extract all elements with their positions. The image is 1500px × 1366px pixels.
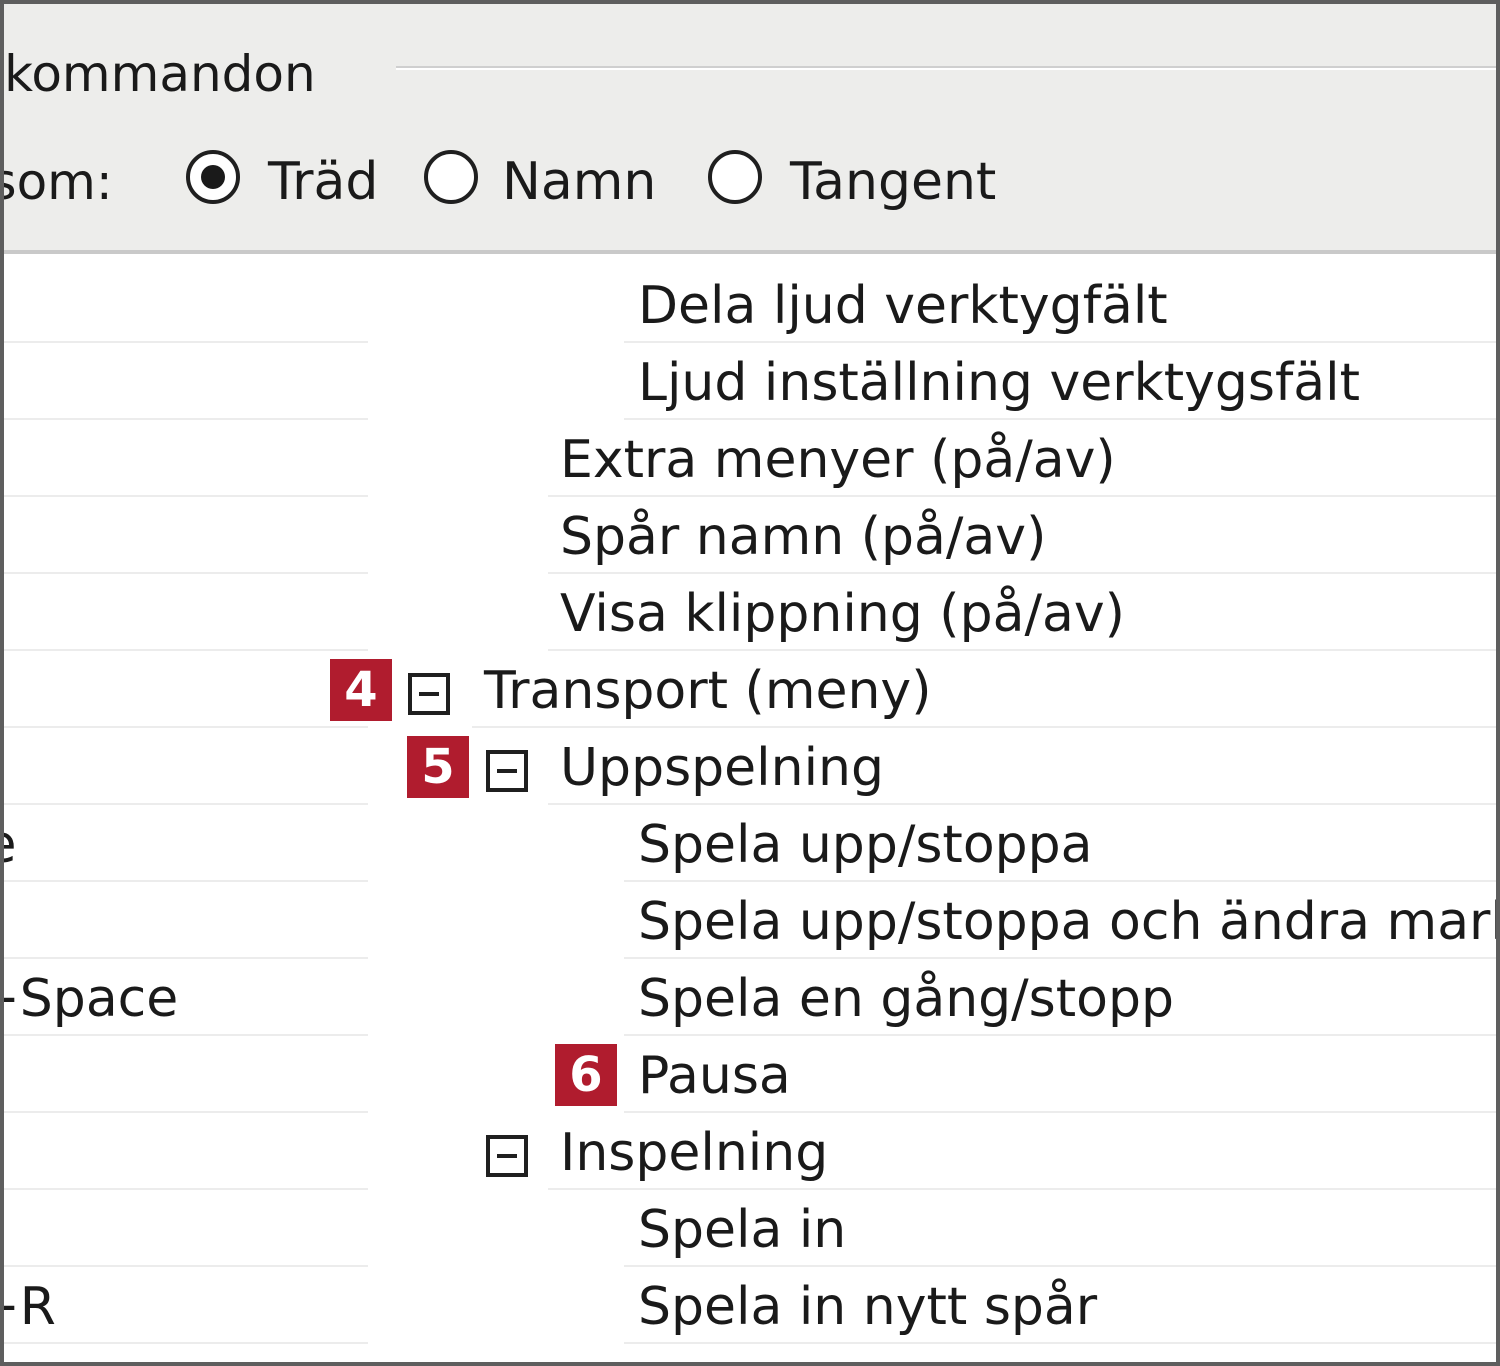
command-label[interactable]: Pausa (638, 1046, 791, 1106)
tree-row[interactable]: Visa klippning (på/av) (4, 574, 1496, 651)
tree-row[interactable]: Spela upp/stoppa och ändra mark (4, 882, 1496, 959)
tree-row[interactable]: Ljud inställning verktygsfält (4, 343, 1496, 420)
callout-badge: 4 (330, 659, 392, 721)
command-label[interactable]: Spela upp/stoppa (638, 815, 1093, 875)
tree-row[interactable]: 6 Pausa (4, 1036, 1496, 1113)
shortcut-key-cell[interactable] (4, 882, 368, 959)
shortcut-key-cell[interactable]: ift+Space (4, 959, 368, 1036)
shortcut-key-cell[interactable] (4, 420, 368, 497)
tree-row[interactable]: 4 Transport (meny) (4, 651, 1496, 728)
shortcut-tree: Dela ljud verktygfält Ljud inställning v… (4, 258, 1496, 1362)
tree-row[interactable]: 5 Uppspelning (4, 728, 1496, 805)
tree-row[interactable]: Spår namn (på/av) (4, 497, 1496, 574)
command-label[interactable]: Spela in (638, 1200, 846, 1260)
shortcuts-header: rtkommandon a som: Träd Namn Tangent (4, 4, 1496, 254)
shortcut-key-cell[interactable]: ift+R (4, 1267, 368, 1344)
command-label[interactable]: Spår namn (på/av) (560, 507, 1046, 567)
command-label[interactable]: Dela ljud verktygfält (638, 276, 1168, 336)
command-label[interactable]: Spela in nytt spår (638, 1277, 1097, 1337)
view-tree-label[interactable]: Träd (268, 152, 378, 212)
group-box-title: rtkommandon (4, 45, 316, 103)
shortcut-key-cell[interactable] (4, 1036, 368, 1113)
radio-selected-icon[interactable] (186, 150, 240, 204)
collapse-icon[interactable] (486, 750, 528, 792)
tree-row[interactable]: Extra menyer (på/av) (4, 420, 1496, 497)
view-key-label[interactable]: Tangent (790, 152, 996, 212)
shortcut-key-cell[interactable] (4, 343, 368, 420)
view-mode-row: a som: Träd Namn Tangent (4, 150, 1496, 212)
command-label[interactable]: Visa klippning (på/av) (560, 584, 1125, 644)
radio-unselected-icon[interactable] (708, 150, 762, 204)
shortcut-key-cell[interactable]: ace (4, 805, 368, 882)
shortcut-key-cell[interactable] (4, 1113, 368, 1190)
command-label[interactable]: Extra menyer (på/av) (560, 430, 1116, 490)
view-name-label[interactable]: Namn (502, 152, 656, 212)
shortcut-key-cell[interactable] (4, 728, 368, 805)
command-label[interactable]: Inspelning (560, 1123, 828, 1183)
shortcut-key-cell[interactable] (4, 651, 368, 728)
command-label[interactable]: Transport (meny) (484, 661, 931, 721)
shortcut-key-cell[interactable] (4, 1190, 368, 1267)
tree-row[interactable]: ace Spela upp/stoppa (4, 805, 1496, 882)
shortcut-key-cell[interactable] (4, 497, 368, 574)
tree-row[interactable]: Inspelning (4, 1113, 1496, 1190)
tree-row[interactable]: Dela ljud verktygfält (4, 266, 1496, 343)
callout-badge: 5 (407, 736, 469, 798)
group-box-divider (396, 66, 1496, 70)
collapse-icon[interactable] (408, 673, 450, 715)
radio-unselected-icon[interactable] (424, 150, 478, 204)
view-mode-label: a som: (0, 153, 113, 211)
callout-badge: 6 (555, 1044, 617, 1106)
shortcut-key-cell[interactable] (4, 266, 368, 343)
command-label[interactable]: Spela upp/stoppa och ändra mark (638, 892, 1496, 952)
command-label[interactable]: Uppspelning (560, 738, 884, 798)
tree-row[interactable]: ift+Space Spela en gång/stopp (4, 959, 1496, 1036)
command-label[interactable]: Ljud inställning verktygsfält (638, 353, 1360, 413)
keyboard-shortcuts-panel: rtkommandon a som: Träd Namn Tangent Del… (0, 0, 1500, 1366)
collapse-icon[interactable] (486, 1135, 528, 1177)
shortcut-key-cell[interactable] (4, 574, 368, 651)
tree-row[interactable]: ift+R Spela in nytt spår (4, 1267, 1496, 1344)
command-label[interactable]: Spela en gång/stopp (638, 969, 1174, 1029)
tree-row[interactable]: Spela in (4, 1190, 1496, 1267)
